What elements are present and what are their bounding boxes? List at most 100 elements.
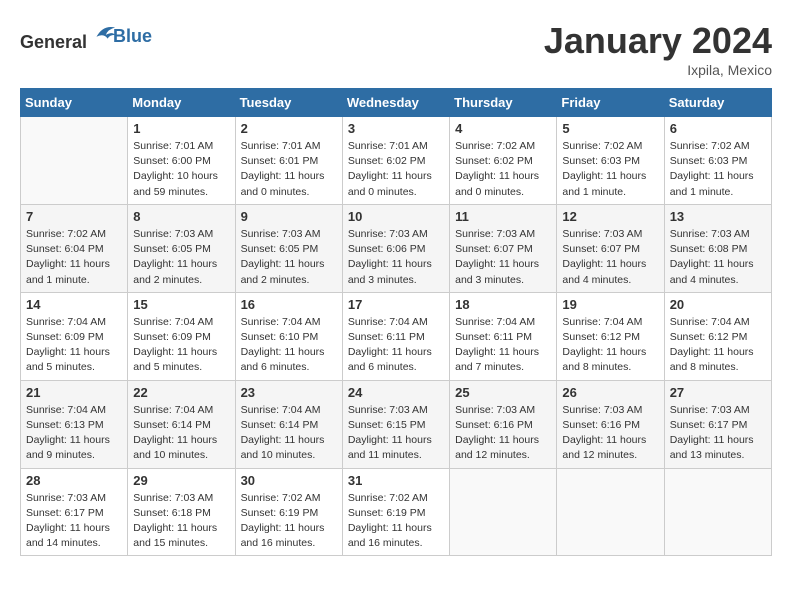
day-number: 3 (348, 121, 444, 136)
day-info: Sunrise: 7:03 AMSunset: 6:17 PMDaylight:… (26, 491, 122, 552)
day-number: 4 (455, 121, 551, 136)
weekday-header-saturday: Saturday (664, 89, 771, 117)
calendar-cell: 31 Sunrise: 7:02 AMSunset: 6:19 PMDayligh… (342, 468, 449, 556)
calendar-cell: 25 Sunrise: 7:03 AMSunset: 6:16 PMDayligh… (450, 380, 557, 468)
day-info: Sunrise: 7:03 AMSunset: 6:05 PMDaylight:… (133, 227, 229, 288)
day-number: 17 (348, 297, 444, 312)
day-info: Sunrise: 7:03 AMSunset: 6:07 PMDaylight:… (562, 227, 658, 288)
day-info: Sunrise: 7:03 AMSunset: 6:08 PMDaylight:… (670, 227, 766, 288)
location: Ixpila, Mexico (544, 62, 772, 78)
calendar-cell: 21Sunrise: 7:04 AMSunset: 6:13 PMDayligh… (21, 380, 128, 468)
day-number: 14 (26, 297, 122, 312)
day-number: 5 (562, 121, 658, 136)
calendar-cell: 9Sunrise: 7:03 AMSunset: 6:05 PMDaylight… (235, 204, 342, 292)
day-number: 26 (562, 385, 658, 400)
day-number: 2 (241, 121, 337, 136)
day-info: Sunrise: 7:03 AMSunset: 6:07 PMDaylight:… (455, 227, 551, 288)
day-number: 7 (26, 209, 122, 224)
calendar-cell: 15 Sunrise: 7:04 AMSunset: 6:09 PMDayligh… (128, 292, 235, 380)
calendar-cell: 20Sunrise: 7:04 AMSunset: 6:12 PMDayligh… (664, 292, 771, 380)
logo-text: General (20, 20, 117, 53)
day-info: Sunrise: 7:03 AMSunset: 6:06 PMDaylight:… (348, 227, 444, 288)
day-info: Sunrise: 7:02 AMSunset: 6:03 PMDaylight:… (562, 139, 658, 200)
calendar-header: SundayMondayTuesdayWednesdayThursdayFrid… (21, 89, 772, 117)
calendar-week-5: 28Sunrise: 7:03 AMSunset: 6:17 PMDayligh… (21, 468, 772, 556)
calendar-cell: 19Sunrise: 7:04 AMSunset: 6:12 PMDayligh… (557, 292, 664, 380)
day-info: Sunrise: 7:04 AMSunset: 6:12 PMDaylight:… (670, 315, 766, 376)
calendar-cell: 30Sunrise: 7:02 AMSunset: 6:19 PMDayligh… (235, 468, 342, 556)
calendar-cell: 4 Sunrise: 7:02 AMSunset: 6:02 PMDaylight… (450, 117, 557, 205)
day-number: 25 (455, 385, 551, 400)
calendar-cell (450, 468, 557, 556)
weekday-header-thursday: Thursday (450, 89, 557, 117)
day-info: Sunrise: 7:03 AMSunset: 6:15 PMDaylight:… (348, 403, 444, 464)
day-info: Sunrise: 7:03 AMSunset: 6:16 PMDaylight:… (562, 403, 658, 464)
calendar-cell: 24 Sunrise: 7:03 AMSunset: 6:15 PMDayligh… (342, 380, 449, 468)
weekday-header-row: SundayMondayTuesdayWednesdayThursdayFrid… (21, 89, 772, 117)
calendar-cell: 11 Sunrise: 7:03 AMSunset: 6:07 PMDayligh… (450, 204, 557, 292)
page-header: General Blue January 2024 Ixpila, Mexico (20, 20, 772, 78)
day-number: 29 (133, 473, 229, 488)
logo-blue: Blue (113, 26, 152, 47)
day-info: Sunrise: 7:04 AMSunset: 6:14 PMDaylight:… (241, 403, 337, 464)
calendar-cell: 7 Sunrise: 7:02 AMSunset: 6:04 PMDaylight… (21, 204, 128, 292)
day-info: Sunrise: 7:04 AMSunset: 6:10 PMDaylight:… (241, 315, 337, 376)
day-info: Sunrise: 7:02 AMSunset: 6:02 PMDaylight:… (455, 139, 551, 200)
day-info: Sunrise: 7:04 AMSunset: 6:11 PMDaylight:… (455, 315, 551, 376)
day-number: 12 (562, 209, 658, 224)
day-info: Sunrise: 7:04 AMSunset: 6:11 PMDaylight:… (348, 315, 444, 376)
logo-general: General (20, 32, 87, 52)
weekday-header-wednesday: Wednesday (342, 89, 449, 117)
day-info: Sunrise: 7:04 AMSunset: 6:09 PMDaylight:… (26, 315, 122, 376)
calendar-cell: 16Sunrise: 7:04 AMSunset: 6:10 PMDayligh… (235, 292, 342, 380)
weekday-header-sunday: Sunday (21, 89, 128, 117)
calendar-cell: 10 Sunrise: 7:03 AMSunset: 6:06 PMDayligh… (342, 204, 449, 292)
day-info: Sunrise: 7:02 AMSunset: 6:03 PMDaylight:… (670, 139, 766, 200)
day-number: 10 (348, 209, 444, 224)
day-number: 9 (241, 209, 337, 224)
calendar-cell: 23 Sunrise: 7:04 AMSunset: 6:14 PMDayligh… (235, 380, 342, 468)
calendar-cell: 17 Sunrise: 7:04 AMSunset: 6:11 PMDayligh… (342, 292, 449, 380)
calendar-cell: 6 Sunrise: 7:02 AMSunset: 6:03 PMDaylight… (664, 117, 771, 205)
calendar-cell: 8 Sunrise: 7:03 AMSunset: 6:05 PMDaylight… (128, 204, 235, 292)
calendar-cell: 14 Sunrise: 7:04 AMSunset: 6:09 PMDayligh… (21, 292, 128, 380)
weekday-header-friday: Friday (557, 89, 664, 117)
day-info: Sunrise: 7:01 AMSunset: 6:00 PMDaylight:… (133, 139, 229, 200)
day-number: 31 (348, 473, 444, 488)
day-info: Sunrise: 7:02 AMSunset: 6:04 PMDaylight:… (26, 227, 122, 288)
calendar-cell (557, 468, 664, 556)
calendar-body: 1 Sunrise: 7:01 AMSunset: 6:00 PMDaylight… (21, 117, 772, 556)
day-info: Sunrise: 7:01 AMSunset: 6:01 PMDaylight:… (241, 139, 337, 200)
calendar-week-4: 21Sunrise: 7:04 AMSunset: 6:13 PMDayligh… (21, 380, 772, 468)
calendar-cell: 26 Sunrise: 7:03 AMSunset: 6:16 PMDayligh… (557, 380, 664, 468)
day-number: 6 (670, 121, 766, 136)
title-block: January 2024 Ixpila, Mexico (544, 20, 772, 78)
calendar-cell: 28Sunrise: 7:03 AMSunset: 6:17 PMDayligh… (21, 468, 128, 556)
calendar-cell: 13Sunrise: 7:03 AMSunset: 6:08 PMDayligh… (664, 204, 771, 292)
day-number: 19 (562, 297, 658, 312)
day-number: 11 (455, 209, 551, 224)
calendar-cell: 1 Sunrise: 7:01 AMSunset: 6:00 PMDaylight… (128, 117, 235, 205)
day-number: 18 (455, 297, 551, 312)
day-info: Sunrise: 7:02 AMSunset: 6:19 PMDaylight:… (241, 491, 337, 552)
weekday-header-tuesday: Tuesday (235, 89, 342, 117)
day-info: Sunrise: 7:04 AMSunset: 6:09 PMDaylight:… (133, 315, 229, 376)
weekday-header-monday: Monday (128, 89, 235, 117)
day-info: Sunrise: 7:04 AMSunset: 6:14 PMDaylight:… (133, 403, 229, 464)
calendar-cell: 27Sunrise: 7:03 AMSunset: 6:17 PMDayligh… (664, 380, 771, 468)
day-number: 23 (241, 385, 337, 400)
calendar-cell: 18 Sunrise: 7:04 AMSunset: 6:11 PMDayligh… (450, 292, 557, 380)
calendar-cell: 3Sunrise: 7:01 AMSunset: 6:02 PMDaylight… (342, 117, 449, 205)
day-number: 24 (348, 385, 444, 400)
day-number: 27 (670, 385, 766, 400)
calendar-cell (664, 468, 771, 556)
day-info: Sunrise: 7:03 AMSunset: 6:16 PMDaylight:… (455, 403, 551, 464)
day-info: Sunrise: 7:02 AMSunset: 6:19 PMDaylight:… (348, 491, 444, 552)
calendar-cell: 29Sunrise: 7:03 AMSunset: 6:18 PMDayligh… (128, 468, 235, 556)
day-number: 1 (133, 121, 229, 136)
day-number: 21 (26, 385, 122, 400)
logo: General Blue (20, 20, 152, 53)
day-number: 15 (133, 297, 229, 312)
month-title: January 2024 (544, 20, 772, 62)
day-number: 8 (133, 209, 229, 224)
